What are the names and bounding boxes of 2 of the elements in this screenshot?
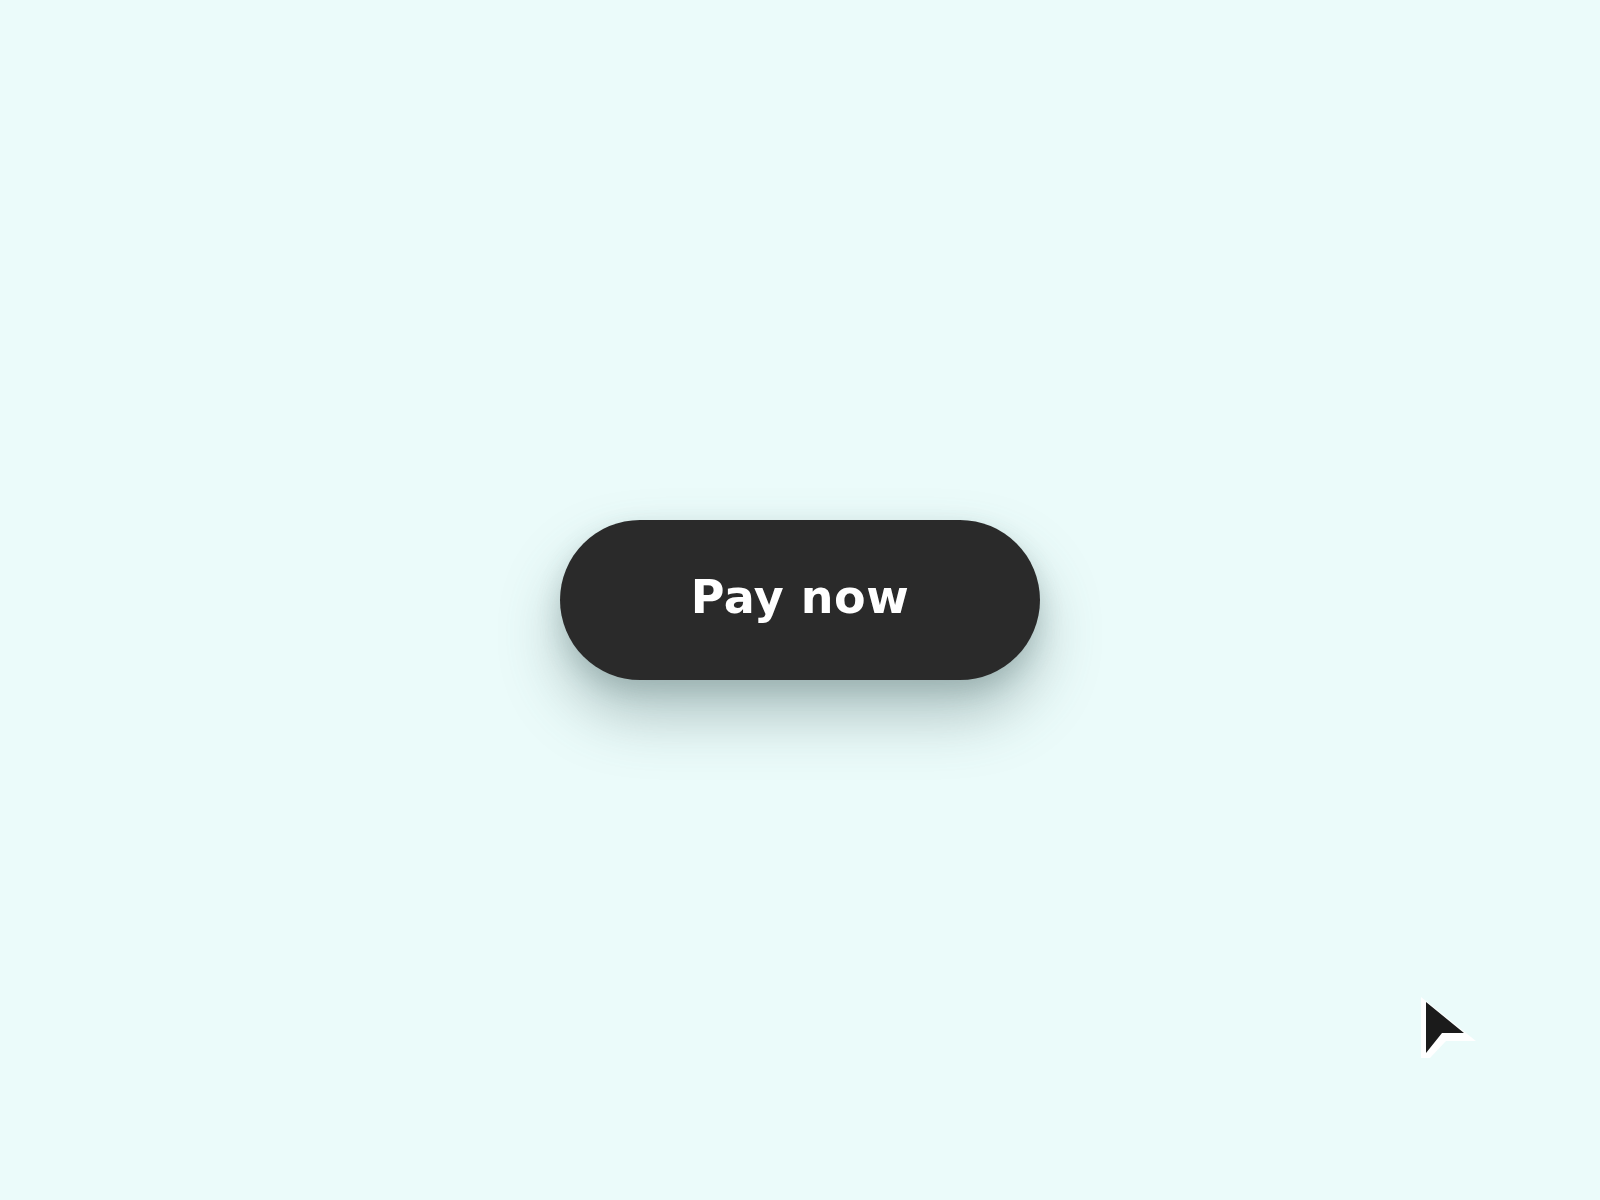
pay-now-button[interactable]: Pay now (560, 520, 1040, 680)
cursor-icon (1418, 995, 1478, 1060)
